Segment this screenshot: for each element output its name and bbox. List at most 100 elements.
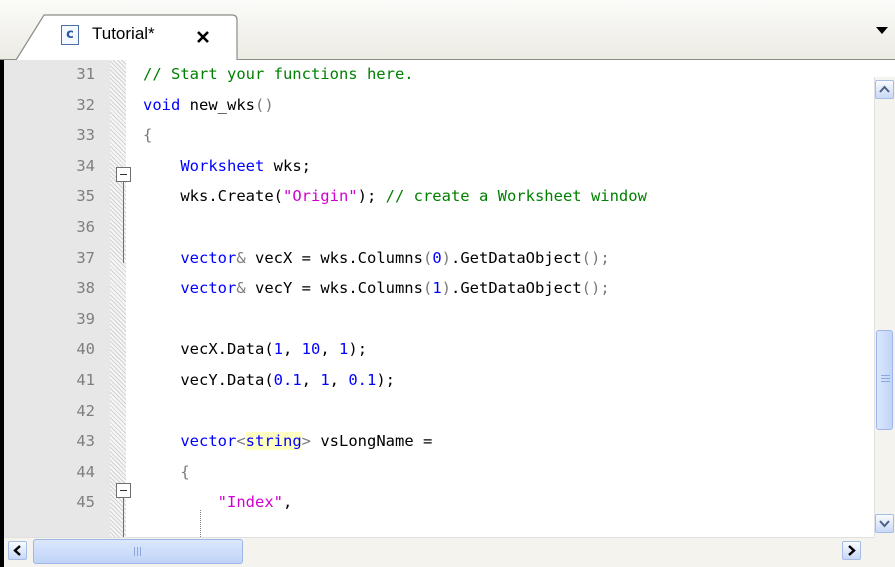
code-token: vecY.Data( <box>143 371 274 389</box>
code-token: , <box>329 371 349 389</box>
code-token: // create a Worksheet window <box>385 187 647 206</box>
fold-guide-line <box>123 495 124 537</box>
indent-guide <box>200 510 201 537</box>
code-token: , <box>282 493 293 512</box>
code-token: 0.1 <box>348 371 377 389</box>
line-number: 43 <box>76 432 95 451</box>
line-number: 39 <box>76 309 95 328</box>
c-source-file-icon: c <box>61 25 79 45</box>
code-line[interactable]: 41 vecY.Data(0.1, 1, 0.1); <box>0 366 874 394</box>
code-token: new_wks <box>180 95 255 114</box>
code-line[interactable]: 32 void new_wks() <box>0 91 874 119</box>
line-number: 42 <box>76 401 95 420</box>
scroll-up-button[interactable] <box>875 80 894 99</box>
line-number: 34 <box>76 156 95 175</box>
code-token: > <box>301 432 312 451</box>
code-token: & <box>236 248 246 267</box>
close-icon[interactable] <box>196 30 210 44</box>
code-text[interactable]: vecY.Data(0.1, 1, 0.1); <box>143 366 874 394</box>
code-token: { <box>180 462 190 481</box>
code-token: ); <box>357 187 386 206</box>
scroll-right-button[interactable] <box>842 541 861 560</box>
line-number: 41 <box>76 371 95 389</box>
horizontal-scroll-thumb[interactable] <box>33 539 243 564</box>
code-text[interactable]: // Start your functions here. <box>143 60 874 88</box>
code-line[interactable]: 39 <box>0 305 874 333</box>
code-line[interactable]: 40 vecX.Data(1, 10, 1); <box>0 335 874 363</box>
code-text[interactable]: "Index", <box>143 488 874 516</box>
code-line[interactable]: 33 { <box>0 121 874 149</box>
code-text[interactable]: vecX.Data(1, 10, 1); <box>143 335 874 363</box>
code-line[interactable]: 36 <box>0 213 874 241</box>
code-token: ) <box>441 248 452 267</box>
dropdown-arrow-icon[interactable] <box>874 24 890 36</box>
code-token: , <box>283 340 302 359</box>
code-token: { <box>143 126 153 145</box>
code-line[interactable]: 44 { <box>0 458 874 486</box>
code-text[interactable]: vector& vecY = wks.Columns(1).GetDataObj… <box>143 274 874 302</box>
scroll-down-button[interactable] <box>875 514 894 533</box>
code-line[interactable]: 42 <box>0 397 874 425</box>
vertical-scroll-thumb[interactable] <box>876 330 893 430</box>
code-line[interactable]: 37 vector& vecX = wks.Columns(0).GetData… <box>0 244 874 272</box>
code-token: "Origin" <box>282 187 358 206</box>
code-line[interactable]: 35 wks.Create("Origin"); // create a Wor… <box>0 182 874 210</box>
scroll-down-arrow-icon <box>879 520 890 528</box>
code-text[interactable]: wks.Create("Origin"); // create a Worksh… <box>143 182 874 210</box>
scroll-left-arrow-icon <box>13 545 21 556</box>
line-number: 32 <box>76 95 95 114</box>
scroll-left-button[interactable] <box>8 541 27 560</box>
code-token: ) <box>441 279 452 298</box>
code-token: 10 <box>301 340 321 359</box>
fold-guide-line <box>123 175 124 263</box>
code-token: vector <box>180 432 237 451</box>
code-token: void <box>143 95 181 114</box>
line-number: 40 <box>76 340 95 359</box>
code-text[interactable]: Worksheet wks; <box>143 152 874 180</box>
code-token: .GetDataObject <box>451 248 582 267</box>
code-token: Worksheet <box>180 156 265 175</box>
code-text[interactable]: { <box>143 458 874 486</box>
line-number: 33 <box>76 126 95 145</box>
vertical-scrollbar[interactable] <box>874 77 895 537</box>
code-token: 1 <box>432 279 442 298</box>
line-number: 38 <box>76 279 95 298</box>
code-token: vecY = wks.Columns <box>245 279 423 298</box>
code-line[interactable]: 38 vector& vecY = wks.Columns(1).GetData… <box>0 274 874 302</box>
collapse-block-toggle[interactable] <box>116 167 131 182</box>
code-text[interactable]: vector<string> vsLongName = <box>143 427 874 455</box>
code-token: 0.1 <box>273 371 302 389</box>
code-token: "Index" <box>217 493 283 512</box>
code-token: 0 <box>432 248 442 267</box>
code-token: & <box>236 279 246 298</box>
code-token: vsLongName = <box>311 432 433 451</box>
line-number: 45 <box>76 493 95 512</box>
line-number: 36 <box>76 218 95 236</box>
tab-tutorial[interactable]: c Tutorial* <box>16 14 238 61</box>
code-line[interactable]: 34 Worksheet wks; <box>0 152 874 180</box>
code-line[interactable]: 43 vector<string> vsLongName = <box>0 427 874 455</box>
line-number: 44 <box>76 462 95 481</box>
code-token: 1 <box>273 340 283 359</box>
code-token: (); <box>581 248 610 267</box>
code-token: ( <box>422 248 433 267</box>
code-line[interactable]: 31 // Start your functions here. <box>0 60 874 88</box>
code-token: // Start your functions here. <box>143 65 414 83</box>
tab-label: Tutorial* <box>92 24 155 43</box>
code-token: 1 <box>339 340 349 359</box>
code-token: wks.Create( <box>143 187 283 206</box>
code-text[interactable]: { <box>143 121 874 149</box>
code-token: string <box>245 432 302 451</box>
code-token: < <box>236 432 246 451</box>
collapse-block-toggle[interactable] <box>116 483 131 498</box>
code-token: vecX = wks.Columns <box>245 248 423 267</box>
line-number: 31 <box>76 65 95 83</box>
code-text[interactable]: vector& vecX = wks.Columns(0).GetDataObj… <box>143 244 874 272</box>
code-token: ( <box>422 279 433 298</box>
code-line[interactable]: 45 "Index", <box>0 488 874 516</box>
code-text[interactable]: void new_wks() <box>143 91 874 119</box>
